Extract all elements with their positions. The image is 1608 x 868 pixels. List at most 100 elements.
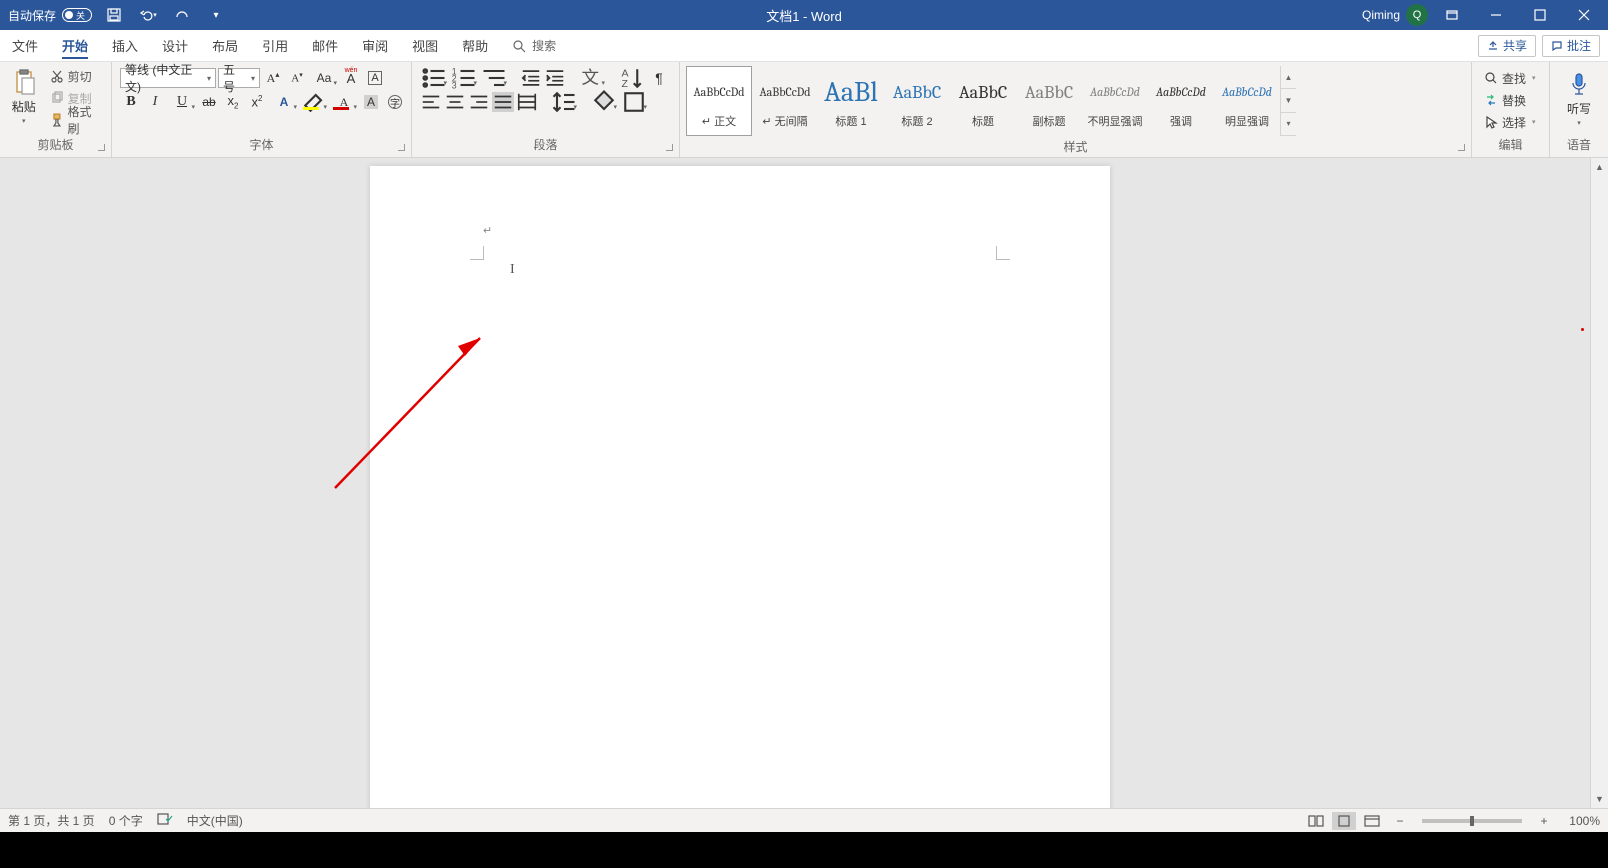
- highlight-icon[interactable]: ▾: [300, 92, 328, 112]
- ribbon-display-icon[interactable]: [1432, 0, 1472, 30]
- zoom-out-icon[interactable]: −: [1388, 812, 1412, 830]
- tab-view[interactable]: 视图: [400, 30, 450, 61]
- tab-design[interactable]: 设计: [150, 30, 200, 61]
- style-item[interactable]: AaBbC标题: [950, 66, 1016, 136]
- style-item[interactable]: AaBbCcDd明显强调: [1214, 66, 1280, 136]
- scroll-track[interactable]: [1591, 176, 1608, 790]
- expand-gallery-icon[interactable]: ▾: [1281, 113, 1296, 136]
- style-item[interactable]: AaBbCcDd不明显强调: [1082, 66, 1148, 136]
- dictate-button[interactable]: 听写 ▾: [1565, 70, 1593, 127]
- tab-mailings[interactable]: 邮件: [300, 30, 350, 61]
- vertical-scrollbar[interactable]: ▲ ▼: [1590, 158, 1608, 808]
- sort-icon[interactable]: AZ: [618, 68, 646, 88]
- print-layout-icon[interactable]: [1332, 812, 1356, 830]
- page[interactable]: ↵ I: [370, 166, 1110, 808]
- scroll-up-icon[interactable]: ▲: [1281, 66, 1296, 89]
- enclose-characters-icon[interactable]: 字: [384, 92, 406, 112]
- word-count[interactable]: 0 个字: [109, 812, 143, 829]
- line-spacing-icon[interactable]: ▾: [550, 92, 578, 112]
- close-icon[interactable]: [1564, 0, 1604, 30]
- increase-font-icon[interactable]: A▴: [262, 68, 284, 88]
- shading-icon[interactable]: ▾: [590, 92, 618, 112]
- phonetic-guide-icon[interactable]: Awén: [340, 68, 362, 88]
- align-left-icon[interactable]: [420, 92, 442, 112]
- tab-insert[interactable]: 插入: [100, 30, 150, 61]
- scroll-down-icon[interactable]: ▼: [1591, 790, 1608, 808]
- styles-scroll[interactable]: ▲▼▾: [1280, 66, 1296, 136]
- dialog-launcher-icon[interactable]: [1455, 141, 1467, 153]
- page-indicator[interactable]: 第 1 页，共 1 页: [8, 812, 95, 829]
- numbering-icon[interactable]: 123▾: [450, 68, 478, 88]
- decrease-indent-icon[interactable]: [520, 68, 542, 88]
- dialog-launcher-icon[interactable]: [395, 141, 407, 153]
- replace-button[interactable]: 替换: [1480, 90, 1530, 110]
- style-item[interactable]: AaBbCcDd↵ 正文: [686, 66, 752, 136]
- text-effects-icon[interactable]: A▾: [270, 92, 298, 112]
- read-mode-icon[interactable]: [1304, 812, 1328, 830]
- bullets-icon[interactable]: ▾: [420, 68, 448, 88]
- style-item[interactable]: AaBl标题 1: [818, 66, 884, 136]
- style-item[interactable]: AaBbC副标题: [1016, 66, 1082, 136]
- select-button[interactable]: 选择▾: [1480, 112, 1540, 132]
- strikethrough-button[interactable]: ab: [198, 92, 220, 112]
- find-button[interactable]: 查找▾: [1480, 68, 1540, 88]
- tab-review[interactable]: 审阅: [350, 30, 400, 61]
- format-painter-button[interactable]: 格式刷: [46, 110, 107, 130]
- character-border-icon[interactable]: A: [364, 68, 386, 88]
- user-account[interactable]: Qiming Q: [1362, 4, 1428, 26]
- bold-button[interactable]: B: [120, 92, 142, 112]
- dialog-launcher-icon[interactable]: [663, 141, 675, 153]
- maximize-icon[interactable]: [1520, 0, 1560, 30]
- scroll-down-icon[interactable]: ▼: [1281, 89, 1296, 112]
- show-marks-icon[interactable]: ¶: [648, 68, 670, 88]
- font-name-combo[interactable]: 等线 (中文正文)▾: [120, 68, 216, 88]
- zoom-in-icon[interactable]: +: [1532, 812, 1556, 830]
- font-color-icon[interactable]: A▾: [330, 92, 358, 112]
- tab-help[interactable]: 帮助: [450, 30, 500, 61]
- tab-home[interactable]: 开始: [50, 30, 100, 61]
- font-size-combo[interactable]: 五号▾: [218, 68, 260, 88]
- italic-button[interactable]: I: [144, 92, 166, 112]
- autosave-toggle[interactable]: 自动保存 关: [8, 7, 92, 24]
- tab-references[interactable]: 引用: [250, 30, 300, 61]
- save-icon[interactable]: [102, 3, 126, 27]
- borders-icon[interactable]: ▾: [620, 92, 648, 112]
- style-item[interactable]: AaBbC标题 2: [884, 66, 950, 136]
- asian-layout-icon[interactable]: 文▾: [578, 68, 606, 88]
- character-shading-icon[interactable]: A: [360, 92, 382, 112]
- style-item[interactable]: AaBbCcDd强调: [1148, 66, 1214, 136]
- spellcheck-icon[interactable]: [157, 812, 173, 829]
- justify-icon[interactable]: [492, 92, 514, 112]
- multilevel-list-icon[interactable]: ▾: [480, 68, 508, 88]
- language-indicator[interactable]: 中文(中国): [187, 812, 243, 829]
- superscript-button[interactable]: x2: [246, 92, 268, 112]
- search-button[interactable]: 搜索: [500, 30, 568, 61]
- share-button[interactable]: 共享: [1478, 35, 1536, 57]
- qat-customize-icon[interactable]: ▾: [204, 3, 228, 27]
- toggle-switch[interactable]: 关: [62, 8, 92, 22]
- increase-indent-icon[interactable]: [544, 68, 566, 88]
- document-area[interactable]: ↵ I ▲ ▼: [0, 158, 1608, 808]
- comments-button[interactable]: 批注: [1542, 35, 1600, 57]
- decrease-font-icon[interactable]: A▾: [286, 68, 308, 88]
- align-center-icon[interactable]: [444, 92, 466, 112]
- paste-button[interactable]: 粘贴 ▾: [4, 64, 44, 125]
- subscript-button[interactable]: x2: [222, 92, 244, 112]
- zoom-level[interactable]: 100%: [1560, 814, 1600, 828]
- zoom-slider[interactable]: [1422, 819, 1522, 823]
- web-layout-icon[interactable]: [1360, 812, 1384, 830]
- scroll-up-icon[interactable]: ▲: [1591, 158, 1608, 176]
- minimize-icon[interactable]: [1476, 0, 1516, 30]
- redo-icon[interactable]: [170, 3, 194, 27]
- dialog-launcher-icon[interactable]: [95, 141, 107, 153]
- tab-file[interactable]: 文件: [0, 30, 50, 61]
- underline-button[interactable]: U▾: [168, 92, 196, 112]
- cut-button[interactable]: 剪切: [46, 66, 107, 86]
- undo-icon[interactable]: ▾: [136, 3, 160, 27]
- style-item[interactable]: AaBbCcDd↵ 无间隔: [752, 66, 818, 136]
- align-right-icon[interactable]: [468, 92, 490, 112]
- change-case-icon[interactable]: Aa▾: [310, 68, 338, 88]
- replace-icon: [1484, 93, 1498, 107]
- tab-layout[interactable]: 布局: [200, 30, 250, 61]
- distribute-icon[interactable]: [516, 92, 538, 112]
